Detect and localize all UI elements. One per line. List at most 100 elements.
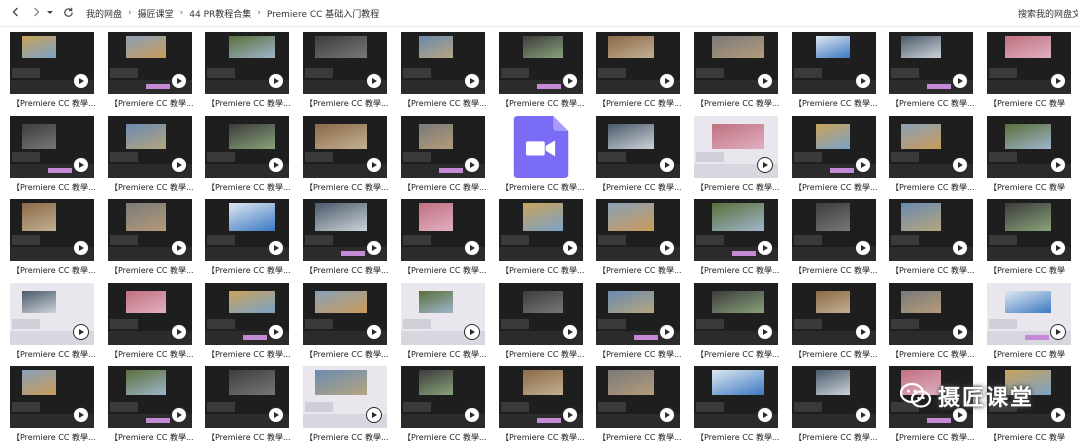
play-icon[interactable] bbox=[1050, 157, 1066, 173]
file-item[interactable]: 【Premiere CC 教學... bbox=[108, 366, 194, 446]
search-input[interactable]: 搜索我的网盘文 bbox=[1018, 4, 1078, 22]
file-item[interactable]: 【Premiere CC 教學... bbox=[792, 32, 878, 112]
file-item[interactable]: 【Premiere CC 教學... bbox=[596, 283, 682, 363]
play-icon[interactable] bbox=[366, 157, 382, 173]
file-item[interactable]: 【Premiere CC 教學 bbox=[987, 32, 1071, 112]
file-item[interactable]: 【Premiere CC 教學... bbox=[205, 116, 291, 196]
play-icon[interactable] bbox=[268, 73, 284, 89]
play-icon[interactable] bbox=[562, 324, 578, 340]
file-item[interactable]: 【Premiere CC 教學... bbox=[108, 199, 194, 279]
play-icon[interactable] bbox=[464, 324, 480, 340]
file-item[interactable]: 【Premiere CC 教學... bbox=[205, 32, 291, 112]
play-icon[interactable] bbox=[366, 240, 382, 256]
file-item[interactable]: 【Premiere CC 教學... bbox=[499, 366, 585, 446]
file-item[interactable]: 【Premiere CC 教學 bbox=[987, 116, 1071, 196]
play-icon[interactable] bbox=[952, 73, 968, 89]
file-item[interactable]: 【Premiere CC 教學... bbox=[694, 366, 780, 446]
history-dropdown-button[interactable] bbox=[42, 4, 58, 20]
refresh-button[interactable] bbox=[60, 4, 76, 20]
play-icon[interactable] bbox=[268, 324, 284, 340]
file-item[interactable]: 【Premiere CC 教學 bbox=[987, 283, 1071, 363]
file-item[interactable]: 【Premiere CC 教學... bbox=[792, 283, 878, 363]
file-item[interactable]: 【Premiere CC 教學... bbox=[108, 283, 194, 363]
play-icon[interactable] bbox=[1050, 240, 1066, 256]
play-icon[interactable] bbox=[562, 240, 578, 256]
file-item[interactable]: 【Premiere CC 教學... bbox=[10, 116, 96, 196]
breadcrumb-item-current[interactable]: Premiere CC 基础入门教程 bbox=[265, 7, 381, 20]
file-item[interactable]: 【Premiere CC 教學... bbox=[108, 116, 194, 196]
file-item[interactable]: 【Premiere CC 教學... bbox=[596, 32, 682, 112]
file-item[interactable]: 【Premiere CC 教學... bbox=[889, 116, 975, 196]
file-item[interactable]: 【Premiere CC 教學... bbox=[303, 199, 389, 279]
play-icon[interactable] bbox=[952, 157, 968, 173]
play-icon[interactable] bbox=[366, 73, 382, 89]
file-item[interactable]: 【Premiere CC 教學... bbox=[889, 199, 975, 279]
play-icon[interactable] bbox=[366, 324, 382, 340]
file-item[interactable]: 【Premiere CC 教學... bbox=[303, 366, 389, 446]
file-item[interactable]: 【Premiere CC 教學... bbox=[205, 283, 291, 363]
file-item[interactable]: 【Premiere CC 教學... bbox=[596, 366, 682, 446]
file-item[interactable]: 【Premiere CC 教學... bbox=[401, 366, 487, 446]
file-item[interactable]: 【Premiere CC 教學... bbox=[303, 116, 389, 196]
play-icon[interactable] bbox=[1050, 407, 1066, 423]
file-item[interactable]: 【Premiere CC 教學... bbox=[10, 283, 96, 363]
play-icon[interactable] bbox=[464, 407, 480, 423]
play-icon[interactable] bbox=[855, 73, 871, 89]
play-icon[interactable] bbox=[757, 240, 773, 256]
file-item[interactable]: 【Premiere CC 教學... bbox=[10, 366, 96, 446]
file-item[interactable]: 【Premiere CC 教學... bbox=[108, 32, 194, 112]
file-item[interactable]: 【Premiere CC 教學... bbox=[596, 199, 682, 279]
play-icon[interactable] bbox=[562, 407, 578, 423]
file-item[interactable]: 【Premiere CC 教學... bbox=[499, 32, 585, 112]
play-icon[interactable] bbox=[952, 240, 968, 256]
play-icon[interactable] bbox=[855, 407, 871, 423]
play-icon[interactable] bbox=[855, 240, 871, 256]
play-icon[interactable] bbox=[73, 324, 89, 340]
play-icon[interactable] bbox=[171, 157, 187, 173]
play-icon[interactable] bbox=[464, 157, 480, 173]
play-icon[interactable] bbox=[659, 157, 675, 173]
file-item[interactable]: 【Premiere CC 教學... bbox=[401, 116, 487, 196]
play-icon[interactable] bbox=[268, 407, 284, 423]
play-icon[interactable] bbox=[562, 73, 578, 89]
play-icon[interactable] bbox=[659, 73, 675, 89]
file-item[interactable]: 【Premiere CC 教學... bbox=[499, 199, 585, 279]
file-item[interactable]: 【Premiere CC 教學... bbox=[889, 283, 975, 363]
file-item[interactable]: 【Premiere CC 教學... bbox=[694, 283, 780, 363]
play-icon[interactable] bbox=[171, 73, 187, 89]
file-item[interactable]: 【Premiere CC 教學... bbox=[10, 199, 96, 279]
file-item[interactable]: 【Premiere CC 教學... bbox=[401, 199, 487, 279]
file-item[interactable]: 【Premiere CC 教學... bbox=[596, 116, 682, 196]
file-item[interactable]: 【Premiere CC 教學 bbox=[987, 199, 1071, 279]
file-item[interactable]: 【Premiere CC 教學... bbox=[205, 199, 291, 279]
play-icon[interactable] bbox=[855, 157, 871, 173]
play-icon[interactable] bbox=[757, 157, 773, 173]
file-item[interactable]: 【Premiere CC 教學... bbox=[694, 32, 780, 112]
breadcrumb-item[interactable]: 我的网盘 bbox=[84, 7, 124, 20]
play-icon[interactable] bbox=[757, 324, 773, 340]
file-item[interactable]: 【Premiere CC 教學... bbox=[694, 199, 780, 279]
play-icon[interactable] bbox=[659, 407, 675, 423]
back-button[interactable] bbox=[8, 4, 24, 20]
file-item[interactable]: 【Premiere CC 教學... bbox=[401, 283, 487, 363]
file-item[interactable]: 【Premiere CC 教學... bbox=[499, 116, 585, 196]
file-item[interactable]: 【Premiere CC 教學... bbox=[303, 32, 389, 112]
file-item[interactable]: 【Premiere CC 教學... bbox=[792, 366, 878, 446]
play-icon[interactable] bbox=[464, 240, 480, 256]
play-icon[interactable] bbox=[1050, 324, 1066, 340]
file-item[interactable]: 【Premiere CC 教學... bbox=[792, 116, 878, 196]
play-icon[interactable] bbox=[171, 324, 187, 340]
play-icon[interactable] bbox=[659, 240, 675, 256]
play-icon[interactable] bbox=[171, 240, 187, 256]
breadcrumb-item[interactable]: 摄匠课堂 bbox=[136, 7, 176, 20]
file-item[interactable]: 【Premiere CC 教學... bbox=[889, 32, 975, 112]
play-icon[interactable] bbox=[366, 407, 382, 423]
file-item[interactable]: 【Premiere CC 教學... bbox=[10, 32, 96, 112]
play-icon[interactable] bbox=[268, 157, 284, 173]
file-item[interactable]: 【Premiere CC 教學... bbox=[303, 283, 389, 363]
play-icon[interactable] bbox=[268, 240, 284, 256]
file-item[interactable]: 【Premiere CC 教學... bbox=[694, 116, 780, 196]
file-item[interactable]: 【Premiere CC 教學... bbox=[205, 366, 291, 446]
file-item[interactable]: 【Premiere CC 教學... bbox=[499, 283, 585, 363]
play-icon[interactable] bbox=[757, 73, 773, 89]
